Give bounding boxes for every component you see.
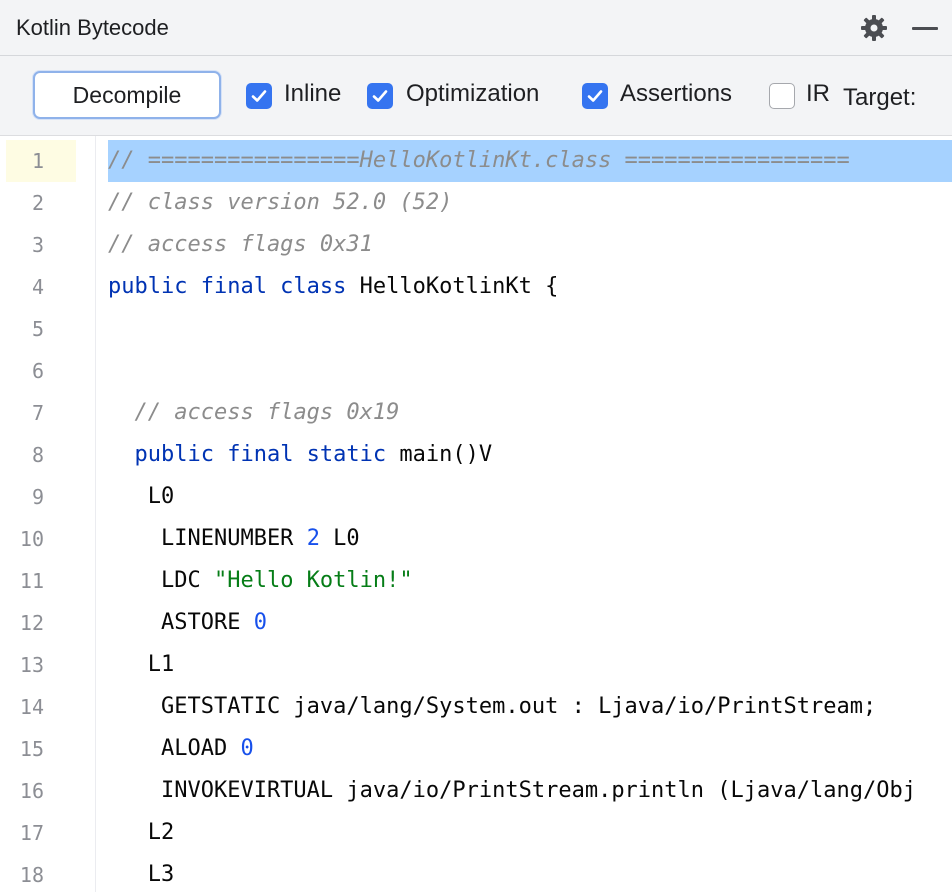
code-line[interactable]: 9 L0 bbox=[0, 476, 952, 518]
line-number: 12 bbox=[19, 611, 44, 635]
assertions-checkbox[interactable] bbox=[582, 83, 608, 109]
line-number: 3 bbox=[31, 233, 44, 257]
code-text: // class version 52.0 (52) bbox=[108, 191, 452, 215]
line-number: 18 bbox=[19, 863, 44, 887]
code-token: L2 bbox=[108, 820, 175, 845]
code-token: L0 bbox=[108, 484, 175, 509]
number-token: 0 bbox=[253, 610, 267, 635]
code-line[interactable]: 8 public final static main()V bbox=[0, 434, 952, 476]
tool-window-header: Kotlin Bytecode bbox=[0, 0, 952, 56]
line-number: 15 bbox=[19, 737, 44, 761]
comment-token: // class version 52.0 (52) bbox=[108, 190, 453, 215]
keyword-token: public final static bbox=[134, 442, 387, 467]
line-number: 16 bbox=[19, 779, 44, 803]
code-text: public final static main()V bbox=[108, 442, 493, 467]
line-number: 13 bbox=[19, 653, 44, 677]
code-token: L0 bbox=[319, 526, 360, 551]
ir-label[interactable]: IR bbox=[806, 80, 830, 108]
code-text: public final class HelloKotlinKt { bbox=[108, 275, 558, 299]
code-text: L2 bbox=[108, 820, 175, 845]
optimization-label[interactable]: Optimization bbox=[406, 80, 539, 108]
gear-icon[interactable] bbox=[860, 14, 888, 42]
code-line[interactable]: 6 bbox=[0, 350, 952, 392]
code-line[interactable]: 3 // access flags 0x31 bbox=[0, 224, 952, 266]
code-line[interactable]: 2 // class version 52.0 (52) bbox=[0, 182, 952, 224]
line-number: 1 bbox=[31, 149, 44, 173]
checkmark-icon bbox=[587, 90, 603, 102]
code-line[interactable]: 15 ALOAD 0 bbox=[0, 728, 952, 770]
code-text: // access flags 0x31 bbox=[108, 233, 373, 257]
code-line[interactable]: 13 L1 bbox=[0, 644, 952, 686]
code-text: INVOKEVIRTUAL java/io/PrintStream.printl… bbox=[108, 779, 916, 803]
checkmark-icon bbox=[372, 90, 388, 102]
line-number: 2 bbox=[31, 191, 44, 215]
line-number: 9 bbox=[31, 485, 44, 509]
line-number: 11 bbox=[19, 569, 44, 593]
code-text: L3 bbox=[108, 862, 175, 887]
code-text: // access flags 0x19 bbox=[108, 400, 400, 425]
code-text: ASTORE 0 bbox=[108, 611, 267, 635]
code-token: LDC bbox=[108, 568, 214, 593]
checkmark-icon bbox=[251, 90, 267, 102]
code-token: L3 bbox=[108, 862, 175, 887]
minimize-icon[interactable] bbox=[912, 27, 938, 30]
line-number: 5 bbox=[31, 317, 44, 341]
line-number: 14 bbox=[19, 695, 44, 719]
code-token: GETSTATIC java/lang/System.out : Ljava/i… bbox=[108, 694, 877, 719]
target-label: Target: bbox=[843, 84, 917, 111]
code-line[interactable]: 4 public final class HelloKotlinKt { bbox=[0, 266, 952, 308]
code-text: L1 bbox=[108, 652, 175, 677]
code-text: ALOAD 0 bbox=[108, 737, 254, 761]
inline-label[interactable]: Inline bbox=[284, 80, 341, 108]
assertions-label[interactable]: Assertions bbox=[620, 80, 732, 108]
optimization-checkbox[interactable] bbox=[367, 83, 393, 109]
line-number: 4 bbox=[31, 275, 44, 299]
code-token: INVOKEVIRTUAL java/io/PrintStream.printl… bbox=[108, 778, 916, 803]
code-text: GETSTATIC java/lang/System.out : Ljava/i… bbox=[108, 695, 876, 719]
code-text: LDC "Hello Kotlin!" bbox=[108, 569, 413, 593]
keyword-token: public final class bbox=[108, 274, 347, 299]
number-token: 2 bbox=[306, 526, 320, 551]
comment-token: // ================HelloKotlinKt.class =… bbox=[108, 148, 850, 173]
code-line[interactable]: 16 INVOKEVIRTUAL java/io/PrintStream.pri… bbox=[0, 770, 952, 812]
code-text: L0 bbox=[108, 484, 175, 509]
code-text: // ================HelloKotlinKt.class =… bbox=[108, 149, 850, 173]
code-line[interactable]: 10 LINENUMBER 2 L0 bbox=[0, 518, 952, 560]
line-number: 7 bbox=[31, 401, 44, 425]
code-text: LINENUMBER 2 L0 bbox=[108, 527, 360, 551]
bytecode-toolbar: Decompile Inline Optimization Assertions… bbox=[0, 56, 952, 136]
line-number: 6 bbox=[31, 359, 44, 383]
tool-window-title: Kotlin Bytecode bbox=[16, 15, 169, 40]
number-token: 0 bbox=[240, 736, 254, 761]
code-token: ASTORE bbox=[108, 610, 254, 635]
code-line[interactable]: 12 ASTORE 0 bbox=[0, 602, 952, 644]
string-token: "Hello Kotlin!" bbox=[213, 568, 413, 593]
comment-token: // access flags 0x31 bbox=[108, 232, 373, 257]
code-token: L1 bbox=[108, 652, 175, 677]
comment-token: // access flags 0x19 bbox=[134, 400, 400, 425]
code-line[interactable]: 11 LDC "Hello Kotlin!" bbox=[0, 560, 952, 602]
code-token: HelloKotlinKt { bbox=[346, 274, 559, 299]
code-token: LINENUMBER bbox=[108, 526, 307, 551]
code-token: main()V bbox=[386, 442, 493, 467]
line-number: 10 bbox=[19, 527, 44, 551]
code-line[interactable]: 7 // access flags 0x19 bbox=[0, 392, 952, 434]
code-line[interactable]: 17 L2 bbox=[0, 812, 952, 854]
ir-checkbox[interactable] bbox=[769, 83, 795, 109]
code-line[interactable]: 18 L3 bbox=[0, 854, 952, 892]
code-line[interactable]: 14 GETSTATIC java/lang/System.out : Ljav… bbox=[0, 686, 952, 728]
line-number: 8 bbox=[31, 443, 44, 467]
inline-checkbox[interactable] bbox=[246, 83, 272, 109]
decompile-button[interactable]: Decompile bbox=[33, 71, 221, 119]
line-number: 17 bbox=[19, 821, 44, 845]
code-line[interactable]: 5 bbox=[0, 308, 952, 350]
code-line[interactable]: 1 // ================HelloKotlinKt.class … bbox=[0, 140, 952, 182]
bytecode-editor[interactable]: 1 // ================HelloKotlinKt.class … bbox=[0, 136, 952, 892]
code-token: ALOAD bbox=[108, 736, 241, 761]
